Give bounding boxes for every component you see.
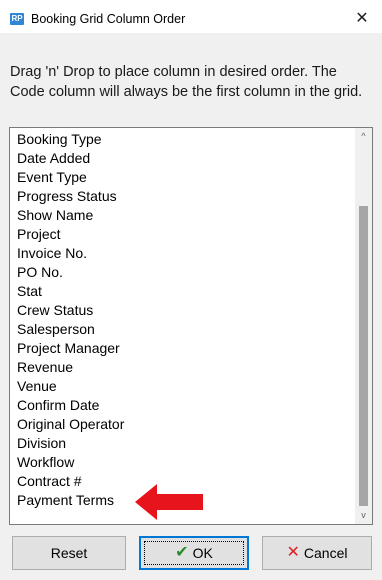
column-order-list[interactable]: Booking Type Date Added Event Type Progress… — [9, 127, 373, 525]
scrollbar-thumb[interactable] — [359, 206, 368, 506]
column-list-item[interactable]: Payment Terms — [17, 491, 124, 510]
column-list-item[interactable]: Stat — [17, 282, 124, 301]
red-left-arrow-icon — [135, 484, 203, 520]
column-list-item[interactable]: Confirm Date — [17, 396, 124, 415]
column-list-item[interactable]: Invoice No. — [17, 244, 124, 263]
column-items: Booking Type Date Added Event Type Progress… — [17, 130, 124, 510]
ok-button[interactable]: ✔ OK — [139, 536, 249, 570]
cancel-button[interactable]: ✕ Cancel — [262, 536, 372, 570]
cancel-button-label: Cancel — [303, 545, 348, 561]
column-list-item[interactable]: Revenue — [17, 358, 124, 377]
column-list-item[interactable]: Show Name — [17, 206, 124, 225]
column-list-item[interactable]: Event Type — [17, 168, 124, 187]
column-list-item[interactable]: PO No. — [17, 263, 124, 282]
column-list-item[interactable]: Project Manager — [17, 339, 124, 358]
scroll-down-icon[interactable]: v — [355, 507, 372, 524]
column-list-item[interactable]: Progress Status — [17, 187, 124, 206]
reset-button-label: Reset — [50, 545, 88, 561]
column-list-item[interactable]: Contract # — [17, 472, 124, 491]
column-list-item[interactable]: Division — [17, 434, 124, 453]
reset-button[interactable]: Reset — [12, 536, 126, 570]
close-button[interactable]: ✕ — [342, 5, 382, 33]
title-bar[interactable]: RP Booking Grid Column Order ✕ — [0, 5, 382, 33]
column-list-item[interactable]: Venue — [17, 377, 124, 396]
column-list-item[interactable]: Crew Status — [17, 301, 124, 320]
window-title: Booking Grid Column Order — [31, 12, 186, 26]
scroll-up-icon[interactable]: ^ — [355, 128, 372, 145]
focus-rectangle — [144, 541, 244, 565]
column-list-item[interactable]: Original Operator — [17, 415, 124, 434]
column-list-item[interactable]: Date Added — [17, 149, 124, 168]
instruction-text: Drag 'n' Drop to place column in desired… — [10, 64, 363, 100]
vertical-scrollbar[interactable]: ^ v — [355, 128, 372, 524]
column-list-item[interactable]: Workflow — [17, 453, 124, 472]
column-list-item[interactable]: Booking Type — [17, 130, 124, 149]
column-list-item[interactable]: Salesperson — [17, 320, 124, 339]
app-icon: RP — [10, 13, 24, 25]
cancel-x-icon: ✕ — [286, 544, 300, 561]
column-list-item[interactable]: Project — [17, 225, 124, 244]
